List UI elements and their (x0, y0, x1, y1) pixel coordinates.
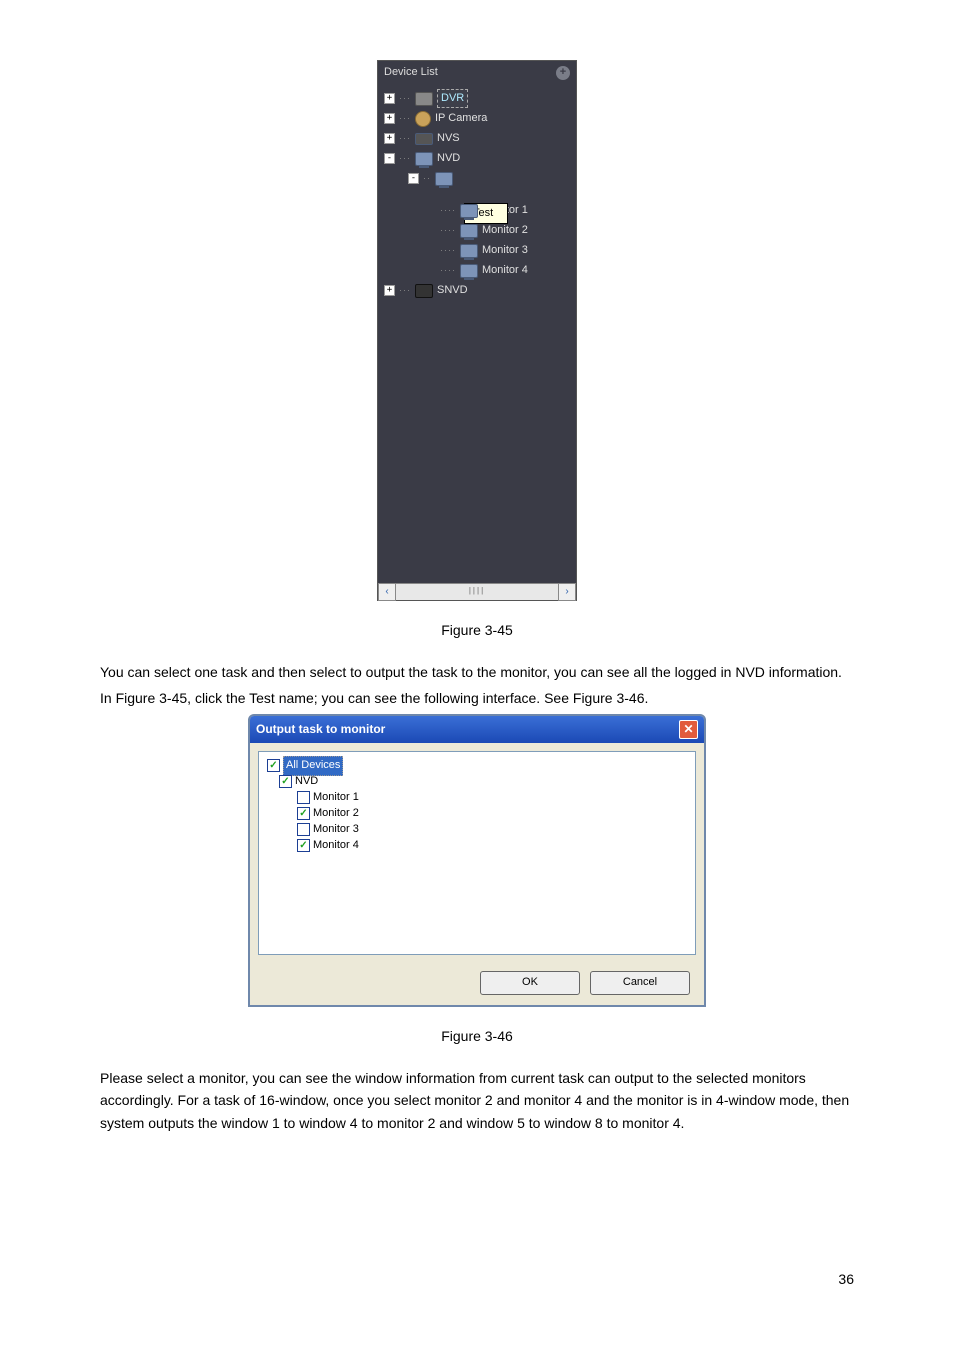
cancel-button[interactable]: Cancel (590, 971, 690, 995)
scroll-right-icon[interactable]: › (558, 583, 576, 601)
scroll-track[interactable]: |||| (396, 585, 558, 599)
tree-item-nvd[interactable]: NVD (437, 150, 460, 168)
expand-icon[interactable]: + (384, 133, 395, 144)
checkbox-monitor4[interactable] (297, 839, 310, 852)
tree-connector-icon: ··· (399, 131, 411, 145)
dialog-body: All Devices NVD Monitor 1 Monitor 2 Moni… (258, 751, 696, 955)
device-list-title: Device List (384, 64, 438, 82)
add-device-icon[interactable]: + (556, 66, 570, 80)
label-monitor2[interactable]: Monitor 2 (313, 805, 359, 823)
tree-connector-icon: ···· (440, 263, 456, 277)
dialog-footer: OK Cancel (250, 963, 704, 1005)
collapse-icon[interactable]: - (384, 153, 395, 164)
expand-icon[interactable]: + (384, 93, 395, 104)
monitor-icon (460, 224, 478, 238)
device-list-panel: Device List + + ··· DVR + ··· IP Camera … (377, 60, 577, 601)
close-icon[interactable]: ✕ (679, 720, 698, 739)
tree-item-ipcamera[interactable]: IP Camera (435, 110, 487, 128)
label-monitor1[interactable]: Monitor 1 (313, 789, 359, 807)
expand-icon[interactable]: + (384, 113, 395, 124)
checkbox-monitor3[interactable] (297, 823, 310, 836)
figure-caption-46: Figure 3-46 (100, 1025, 854, 1047)
dialog-title: Output task to monitor (256, 720, 385, 739)
tree-item-monitor2[interactable]: Monitor 2 (482, 222, 528, 240)
tree-item-monitor4[interactable]: Monitor 4 (482, 262, 528, 280)
monitor-icon (460, 264, 478, 278)
tree-connector-icon: ··· (399, 111, 411, 125)
monitor-icon (435, 172, 453, 186)
label-monitor3[interactable]: Monitor 3 (313, 821, 359, 839)
checkbox-monitor2[interactable] (297, 807, 310, 820)
checkbox-monitor1[interactable] (297, 791, 310, 804)
tree-item-monitor3[interactable]: Monitor 3 (482, 242, 528, 260)
monitor-icon (460, 244, 478, 258)
label-monitor4[interactable]: Monitor 4 (313, 837, 359, 855)
page-number: 36 (838, 1268, 854, 1290)
expand-icon[interactable]: + (384, 285, 395, 296)
tree-connector-icon: ··· (399, 283, 411, 297)
checkbox-all-devices[interactable] (267, 759, 280, 772)
snvd-icon (415, 284, 433, 298)
tree-item-nvs[interactable]: NVS (437, 130, 460, 148)
tree-connector-icon: ··· (399, 151, 411, 165)
horizontal-scrollbar[interactable]: ‹ |||| › (378, 583, 576, 600)
label-nvd[interactable]: NVD (295, 773, 318, 791)
dvr-icon (415, 92, 433, 106)
tree-connector-icon: ···· (440, 203, 456, 217)
tree-connector-icon: ···· (440, 243, 456, 257)
nvd-icon (415, 152, 433, 166)
paragraph: In Figure 3-45, click the Test name; you… (100, 687, 854, 709)
nvs-icon (415, 133, 433, 145)
figure-caption-45: Figure 3-45 (100, 619, 854, 641)
tree-connector-icon: ··· (399, 91, 411, 105)
paragraph: Please select a monitor, you can see the… (100, 1067, 854, 1134)
device-tree[interactable]: + ··· DVR + ··· IP Camera + ··· NVS - ··… (378, 85, 576, 583)
collapse-icon[interactable]: - (408, 173, 419, 184)
output-task-dialog: Output task to monitor ✕ All Devices NVD… (248, 714, 706, 1007)
checkbox-nvd[interactable] (279, 775, 292, 788)
tree-connector-icon: ···· (440, 223, 456, 237)
device-list-title-bar: Device List + (378, 61, 576, 85)
tree-item-snvd[interactable]: SNVD (437, 282, 468, 300)
tree-connector-icon: ·· (423, 171, 431, 185)
camera-icon (415, 111, 431, 127)
paragraph: You can select one task and then select … (100, 661, 854, 683)
dialog-title-bar[interactable]: Output task to monitor ✕ (250, 716, 704, 743)
scroll-left-icon[interactable]: ‹ (378, 583, 396, 601)
ok-button[interactable]: OK (480, 971, 580, 995)
monitor-icon (460, 204, 478, 218)
tree-item-dvr[interactable]: DVR (437, 89, 468, 109)
